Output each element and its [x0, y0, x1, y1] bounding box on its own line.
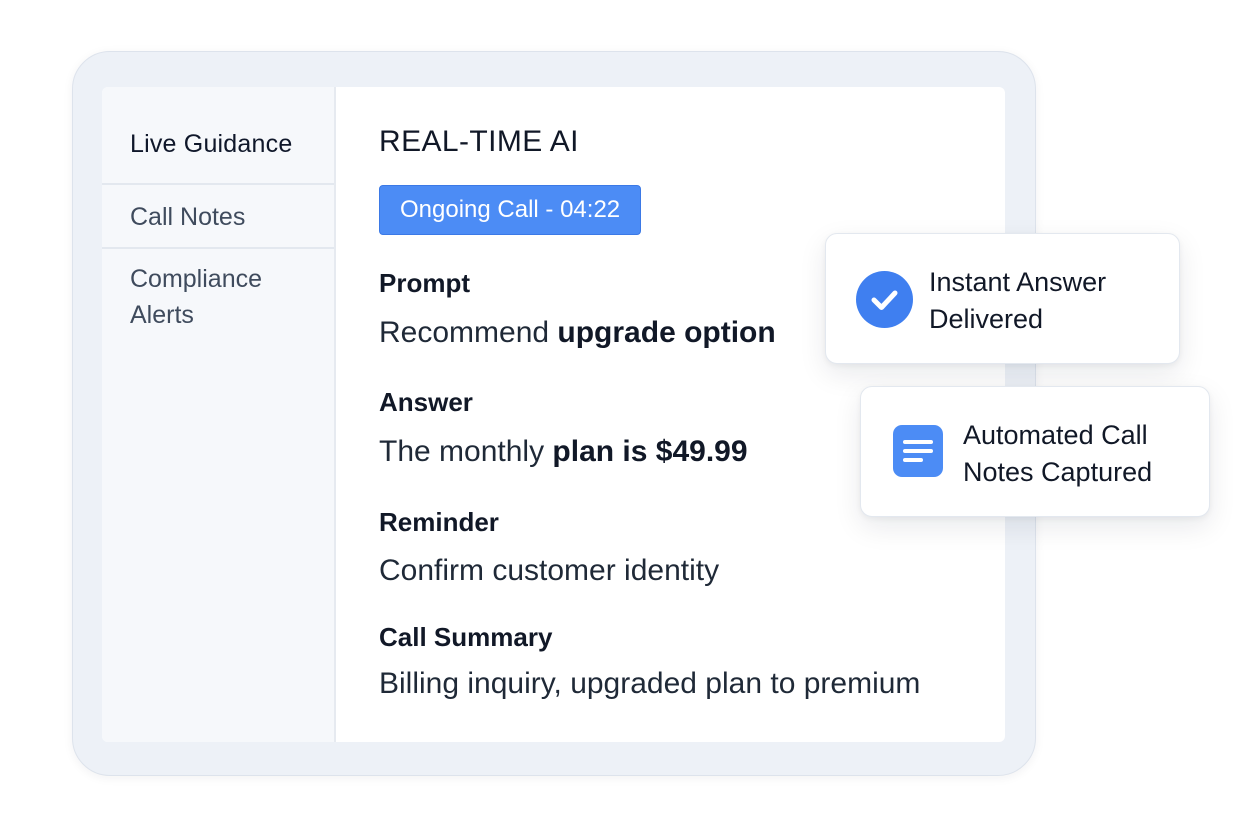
document-icon	[893, 425, 943, 477]
instant-answer-text: Instant Answer Delivered	[929, 267, 1107, 334]
sidebar-item-compliance-alerts[interactable]: Compliance Alerts	[102, 249, 302, 333]
reminder-value: Confirm customer identity	[379, 554, 720, 587]
prompt-value: Recommend upgrade option	[379, 316, 776, 350]
sidebar-item-call-notes[interactable]: Call Notes	[102, 185, 334, 249]
call-notes-text: Automated Call Notes Captured	[963, 420, 1153, 487]
check-circle-icon	[856, 271, 913, 328]
sidebar-item-live-guidance[interactable]: Live Guidance	[102, 87, 334, 185]
answer-value: The monthly plan is $49.99	[379, 435, 748, 469]
summary-value: Billing inquiry, upgraded plan to premiu…	[379, 667, 921, 700]
answer-value-regular: The monthly	[379, 435, 553, 468]
answer-label: Answer	[379, 387, 473, 417]
call-notes-card: Automated Call Notes Captured	[860, 386, 1210, 517]
page-title: REAL-TIME AI	[379, 125, 579, 158]
stage: Live Guidance Call Notes Compliance Aler…	[0, 0, 1256, 839]
prompt-value-regular: Recommend	[379, 316, 558, 349]
call-status-badge: Ongoing Call - 04:22	[379, 185, 642, 235]
sidebar: Live Guidance Call Notes Compliance Aler…	[102, 87, 336, 742]
prompt-label: Prompt	[379, 268, 470, 298]
summary-label: Call Summary	[379, 622, 553, 652]
answer-value-bold: plan is $49.99	[552, 435, 748, 468]
prompt-value-bold: upgrade option	[557, 316, 776, 349]
reminder-label: Reminder	[379, 507, 499, 537]
instant-answer-card: Instant Answer Delivered	[825, 233, 1180, 364]
